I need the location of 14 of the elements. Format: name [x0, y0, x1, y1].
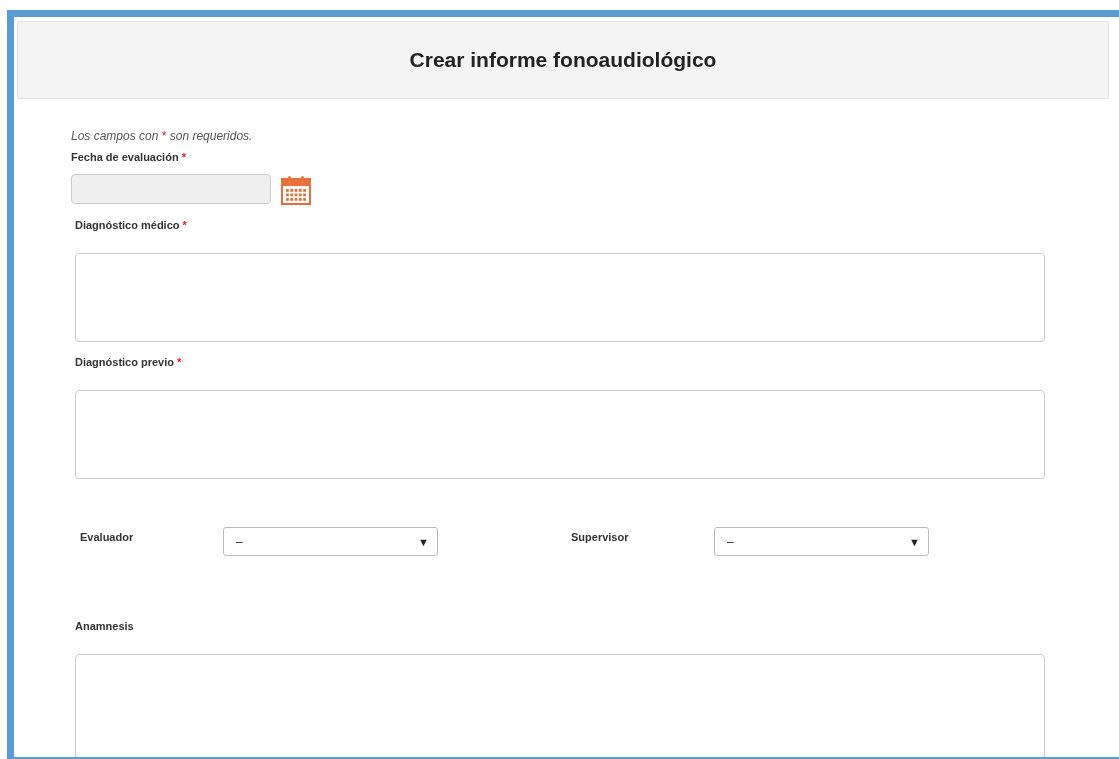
required-note: Los campos con * son requeridos.: [71, 129, 254, 143]
dropdown[interactable]: – ▼: [714, 527, 929, 556]
page-title: Crear informe fonoaudiológico: [409, 48, 717, 72]
text-area[interactable]: [75, 654, 1045, 757]
text-area[interactable]: [75, 253, 1045, 342]
dropdown[interactable]: – ▼: [223, 527, 438, 556]
field-label: Fecha de evaluación *: [71, 151, 187, 163]
field-label: Diagnóstico previo *: [75, 356, 183, 368]
field-label: Evaluador: [80, 531, 135, 543]
field-label: Diagnóstico médico *: [75, 219, 188, 231]
field-label: Anamnesis: [75, 620, 135, 632]
calendar-icon[interactable]: [281, 175, 311, 205]
field-label: Supervisor: [571, 531, 630, 543]
text-area[interactable]: [75, 390, 1045, 479]
